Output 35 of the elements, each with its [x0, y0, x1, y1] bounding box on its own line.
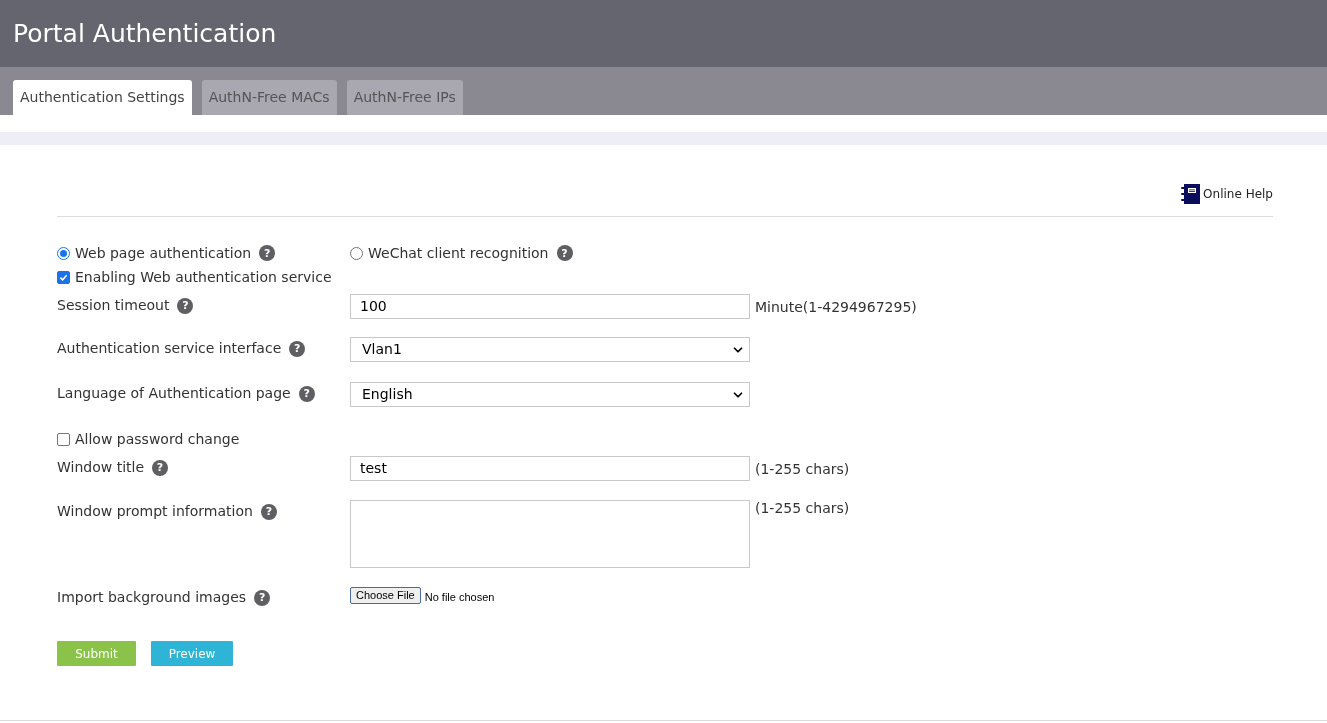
- text-field[interactable]: 100: [350, 294, 750, 319]
- help-icon[interactable]: ?: [556, 245, 573, 261]
- page-title: Portal Authentication: [13, 17, 277, 50]
- field-label: Language of Authentication page: [57, 384, 291, 403]
- radio-label: WeChat client recognition: [368, 243, 549, 263]
- help-icon[interactable]: ?: [254, 589, 271, 606]
- choose-file-button[interactable]: Choose File: [350, 587, 421, 605]
- help-icon[interactable]: ?: [289, 340, 306, 357]
- help-icon[interactable]: ?: [260, 503, 277, 520]
- checkbox-label: Enabling Web authentication service: [75, 267, 332, 287]
- field-label: Window title: [57, 458, 145, 477]
- text-field[interactable]: test: [350, 456, 750, 481]
- checkbox[interactable]: [57, 432, 70, 446]
- field-label: Authentication service interface: [57, 339, 282, 358]
- checkbox[interactable]: [57, 270, 70, 284]
- tab[interactable]: Authentication Settings: [13, 80, 192, 115]
- field-hint: (1-255 chars): [755, 460, 850, 479]
- notebook-icon: [1181, 184, 1201, 204]
- help-icon[interactable]: ?: [152, 459, 169, 476]
- field-label: Session timeout: [57, 296, 170, 315]
- file-status: No file chosen: [424, 590, 495, 605]
- field-label: Window prompt information: [57, 502, 253, 521]
- radio-label: Web page authentication: [75, 243, 252, 263]
- field-label: Import background images: [57, 588, 247, 607]
- help-icon[interactable]: ?: [259, 245, 276, 261]
- tab[interactable]: AuthN-Free MACs: [201, 80, 337, 115]
- textarea-field[interactable]: [350, 500, 750, 568]
- online-help-link[interactable]: Online Help: [1181, 184, 1273, 204]
- help-icon[interactable]: ?: [298, 385, 315, 402]
- field-hint: (1-255 chars): [755, 499, 850, 518]
- help-icon[interactable]: ?: [177, 297, 194, 314]
- dropdown[interactable]: English: [350, 382, 750, 407]
- checkbox-label: Allow password change: [75, 429, 240, 449]
- field-hint: Minute(1-4294967295): [755, 298, 917, 317]
- dropdown[interactable]: Vlan1: [350, 337, 750, 362]
